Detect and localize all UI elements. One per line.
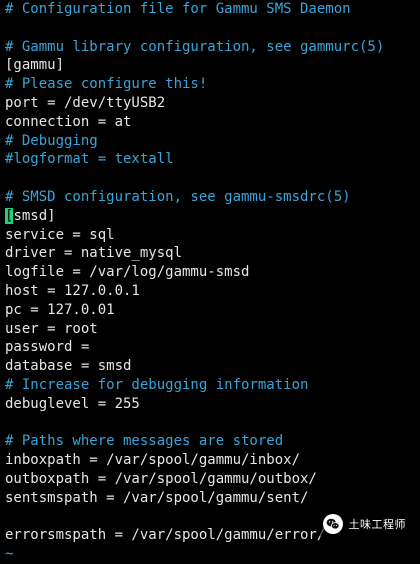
comment-line[interactable]: # Please configure this! — [5, 75, 384, 94]
line-text: pc = 127.0.01 — [5, 301, 115, 318]
comment-line[interactable]: # Paths where messages are stored — [5, 432, 384, 451]
config-line[interactable] — [5, 414, 384, 433]
line-text: # SMSD configuration, see gammu-smsdrc(5… — [5, 188, 351, 205]
line-text: # Please configure this! — [5, 76, 208, 93]
config-line[interactable] — [5, 169, 384, 188]
line-text: # Paths where messages are stored — [5, 433, 284, 450]
line-text: driver = native_mysql — [5, 245, 183, 262]
line-text: service = sql — [5, 226, 115, 243]
line-text: # Configuration file for Gammu SMS Daemo… — [5, 1, 351, 17]
line-text: host = 127.0.0.1 — [5, 282, 140, 299]
config-line[interactable]: outboxpath = /var/spool/gammu/outbox/ — [5, 470, 384, 489]
config-line[interactable]: database = smsd — [5, 357, 384, 376]
line-text: password = — [5, 339, 90, 356]
line-text: smsd] — [13, 207, 56, 224]
watermark-label: 土味工程师 — [348, 518, 406, 531]
config-line[interactable]: user = root — [5, 320, 384, 339]
config-line[interactable]: sentsmspath = /var/spool/gammu/sent/ — [5, 489, 384, 508]
terminal-window[interactable]: # Configuration file for Gammu SMS Daemo… — [0, 0, 420, 562]
config-line[interactable]: [gammu] — [5, 56, 384, 75]
line-text: [gammu] — [5, 57, 65, 74]
line-text: outboxpath = /var/spool/gammu/outbox/ — [5, 470, 317, 487]
comment-line[interactable]: #logformat = textall — [5, 150, 384, 169]
comment-line[interactable]: # Gammu library configuration, see gammu… — [5, 38, 384, 57]
editor-buffer[interactable]: # Configuration file for Gammu SMS Daemo… — [5, 0, 384, 564]
line-text: #logformat = textall — [5, 151, 174, 168]
line-text: inboxpath = /var/spool/gammu/inbox/ — [5, 452, 301, 469]
watermark: 土味工程师 — [318, 511, 412, 537]
line-text: logfile = /var/log/gammu-smsd — [5, 264, 250, 281]
config-line[interactable]: connection = at — [5, 113, 384, 132]
line-text: database = smsd — [5, 358, 132, 375]
config-line[interactable]: service = sql — [5, 226, 384, 245]
wechat-icon — [322, 514, 343, 534]
line-text: ~ — [5, 546, 14, 563]
config-line[interactable]: driver = native_mysql — [5, 244, 384, 263]
config-line[interactable]: port = /dev/ttyUSB2 — [5, 94, 384, 113]
config-line[interactable]: [smsd] — [5, 207, 384, 226]
line-text: port = /dev/ttyUSB2 — [5, 94, 166, 111]
line-text: connection = at — [5, 113, 132, 130]
config-line[interactable]: inboxpath = /var/spool/gammu/inbox/ — [5, 451, 384, 470]
line-text: user = root — [5, 320, 98, 337]
comment-line[interactable]: # Increase for debugging information — [5, 376, 384, 395]
comment-line[interactable]: # Debugging — [5, 132, 384, 151]
line-text: # Debugging — [5, 132, 98, 149]
config-line[interactable]: pc = 127.0.01 — [5, 301, 384, 320]
config-line[interactable]: logfile = /var/log/gammu-smsd — [5, 263, 384, 282]
config-line[interactable]: debuglevel = 255 — [5, 395, 384, 414]
line-text: # Gammu library configuration, see gammu… — [5, 38, 385, 55]
comment-line[interactable]: # SMSD configuration, see gammu-smsdrc(5… — [5, 188, 384, 207]
line-text: sentsmspath = /var/spool/gammu/sent/ — [5, 489, 309, 506]
line-text: errorsmspath = /var/spool/gammu/error/ — [5, 527, 326, 544]
config-line[interactable]: host = 127.0.0.1 — [5, 282, 384, 301]
empty-buffer-marker[interactable]: ~ — [5, 545, 384, 564]
line-text: debuglevel = 255 — [5, 395, 140, 412]
config-line[interactable] — [5, 19, 384, 38]
config-line[interactable]: password = — [5, 338, 384, 357]
line-text: # Increase for debugging information — [5, 376, 309, 393]
comment-line[interactable]: # Configuration file for Gammu SMS Daemo… — [5, 0, 384, 19]
